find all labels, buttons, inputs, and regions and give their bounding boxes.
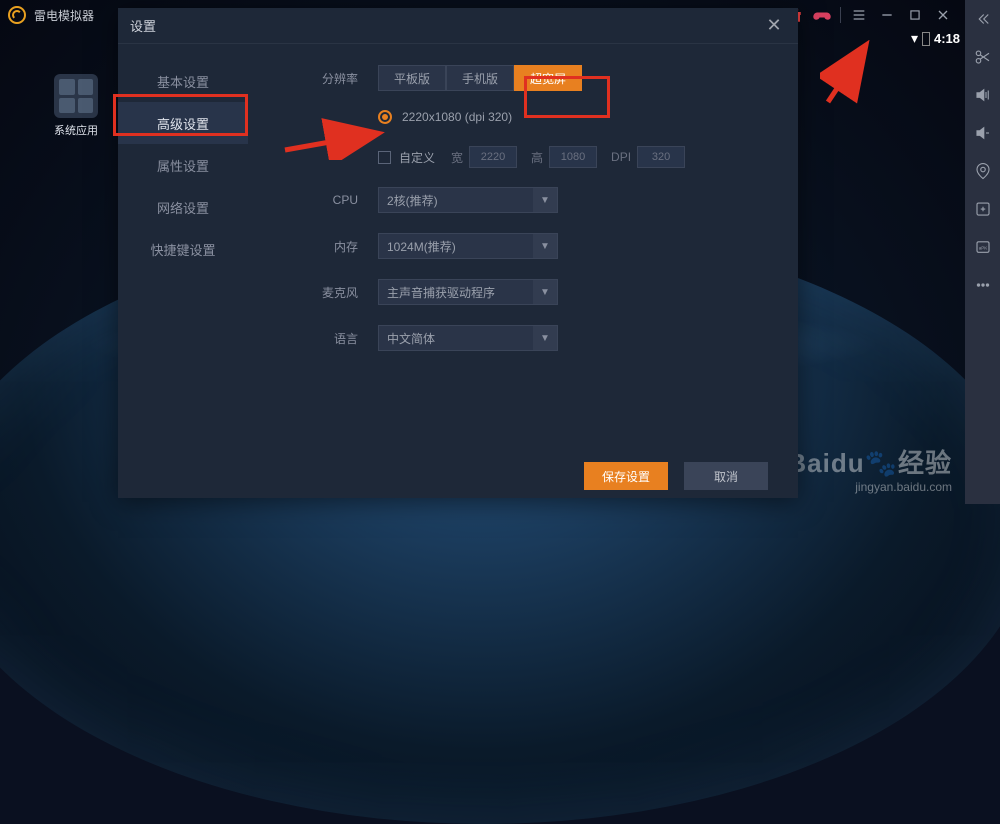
- dialog-content: 分辨率 平板版 手机版 超宽屏 2220x1080 (dpi 320) 自定义 …: [248, 44, 798, 454]
- chevron-down-icon: ▼: [533, 280, 557, 304]
- desktop-app-icon[interactable]: 系统应用: [48, 74, 104, 138]
- dpi-input[interactable]: [637, 146, 685, 168]
- resolution-segments: 平板版 手机版 超宽屏: [378, 65, 582, 91]
- seg-tablet[interactable]: 平板版: [378, 65, 446, 91]
- annotation-arrow-1: [280, 110, 390, 160]
- cancel-button[interactable]: 取消: [684, 462, 768, 490]
- chevron-down-icon: ▼: [533, 188, 557, 212]
- nav-advanced[interactable]: 高级设置: [118, 102, 248, 144]
- dpi-label: DPI: [611, 150, 631, 164]
- seg-phone[interactable]: 手机版: [446, 65, 514, 91]
- height-label: 高: [531, 149, 543, 166]
- custom-resolution-row: 自定义 宽 高 DPI: [378, 146, 774, 168]
- volume-up-icon[interactable]: [965, 76, 1000, 114]
- memory-label: 内存: [298, 238, 358, 255]
- titlebar-separator: [840, 7, 841, 23]
- location-icon[interactable]: [965, 152, 1000, 190]
- cpu-select[interactable]: 2核(推荐) ▼: [378, 187, 558, 213]
- width-input[interactable]: [469, 146, 517, 168]
- nav-properties[interactable]: 属性设置: [118, 144, 248, 186]
- minimize-icon[interactable]: [873, 1, 901, 29]
- radio-label: 2220x1080 (dpi 320): [402, 110, 512, 124]
- width-label: 宽: [451, 149, 463, 166]
- dialog-close-icon[interactable]: ✕: [762, 14, 786, 38]
- watermark: Baidu🐾经验 jingyan.baidu.com: [787, 443, 952, 494]
- clock: 4:18: [934, 31, 960, 46]
- dialog-nav: 基本设置 高级设置 属性设置 网络设置 快捷键设置: [118, 44, 248, 454]
- gamepad-icon[interactable]: [808, 1, 836, 29]
- svg-text:aPK: aPK: [978, 245, 987, 250]
- mic-label: 麦克风: [298, 284, 358, 301]
- memory-select[interactable]: 1024M(推荐) ▼: [378, 233, 558, 259]
- wifi-icon: ▾: [911, 30, 918, 47]
- annotation-arrow-2: [820, 40, 880, 110]
- android-status-bar: ▾ 4:18: [911, 30, 960, 47]
- resolution-label: 分辨率: [298, 70, 358, 87]
- lang-label: 语言: [298, 330, 358, 347]
- settings-dialog: 设置 ✕ 基本设置 高级设置 属性设置 网络设置 快捷键设置 分辨率 平板版 手…: [118, 8, 798, 498]
- seg-ultrawide[interactable]: 超宽屏: [514, 65, 582, 91]
- chevron-down-icon: ▼: [533, 234, 557, 258]
- collapse-icon[interactable]: [965, 0, 1000, 38]
- scissors-icon[interactable]: [965, 38, 1000, 76]
- cpu-label: CPU: [298, 193, 358, 207]
- nav-shortcuts[interactable]: 快捷键设置: [118, 228, 248, 270]
- app-logo-icon: [8, 6, 26, 24]
- mic-select[interactable]: 主声音捕获驱动程序 ▼: [378, 279, 558, 305]
- volume-down-icon[interactable]: [965, 114, 1000, 152]
- chevron-down-icon: ▼: [533, 326, 557, 350]
- more-icon[interactable]: [965, 266, 1000, 304]
- dialog-header: 设置 ✕: [118, 8, 798, 44]
- nav-basic[interactable]: 基本设置: [118, 60, 248, 102]
- dialog-title: 设置: [130, 16, 156, 35]
- apk-icon[interactable]: aPK: [965, 228, 1000, 266]
- resolution-radio-row[interactable]: 2220x1080 (dpi 320): [378, 110, 774, 124]
- menu-icon[interactable]: [845, 1, 873, 29]
- add-window-icon[interactable]: [965, 190, 1000, 228]
- nav-network[interactable]: 网络设置: [118, 186, 248, 228]
- desktop-icon-label: 系统应用: [48, 122, 104, 138]
- height-input[interactable]: [549, 146, 597, 168]
- app-title: 雷电模拟器: [34, 7, 94, 24]
- lang-select[interactable]: 中文简体 ▼: [378, 325, 558, 351]
- dialog-footer: 保存设置 取消: [118, 454, 798, 498]
- battery-icon: [922, 32, 930, 46]
- close-icon[interactable]: [929, 1, 957, 29]
- save-button[interactable]: 保存设置: [584, 462, 668, 490]
- custom-label: 自定义: [399, 149, 435, 166]
- maximize-icon[interactable]: [901, 1, 929, 29]
- right-toolbar: aPK: [965, 0, 1000, 504]
